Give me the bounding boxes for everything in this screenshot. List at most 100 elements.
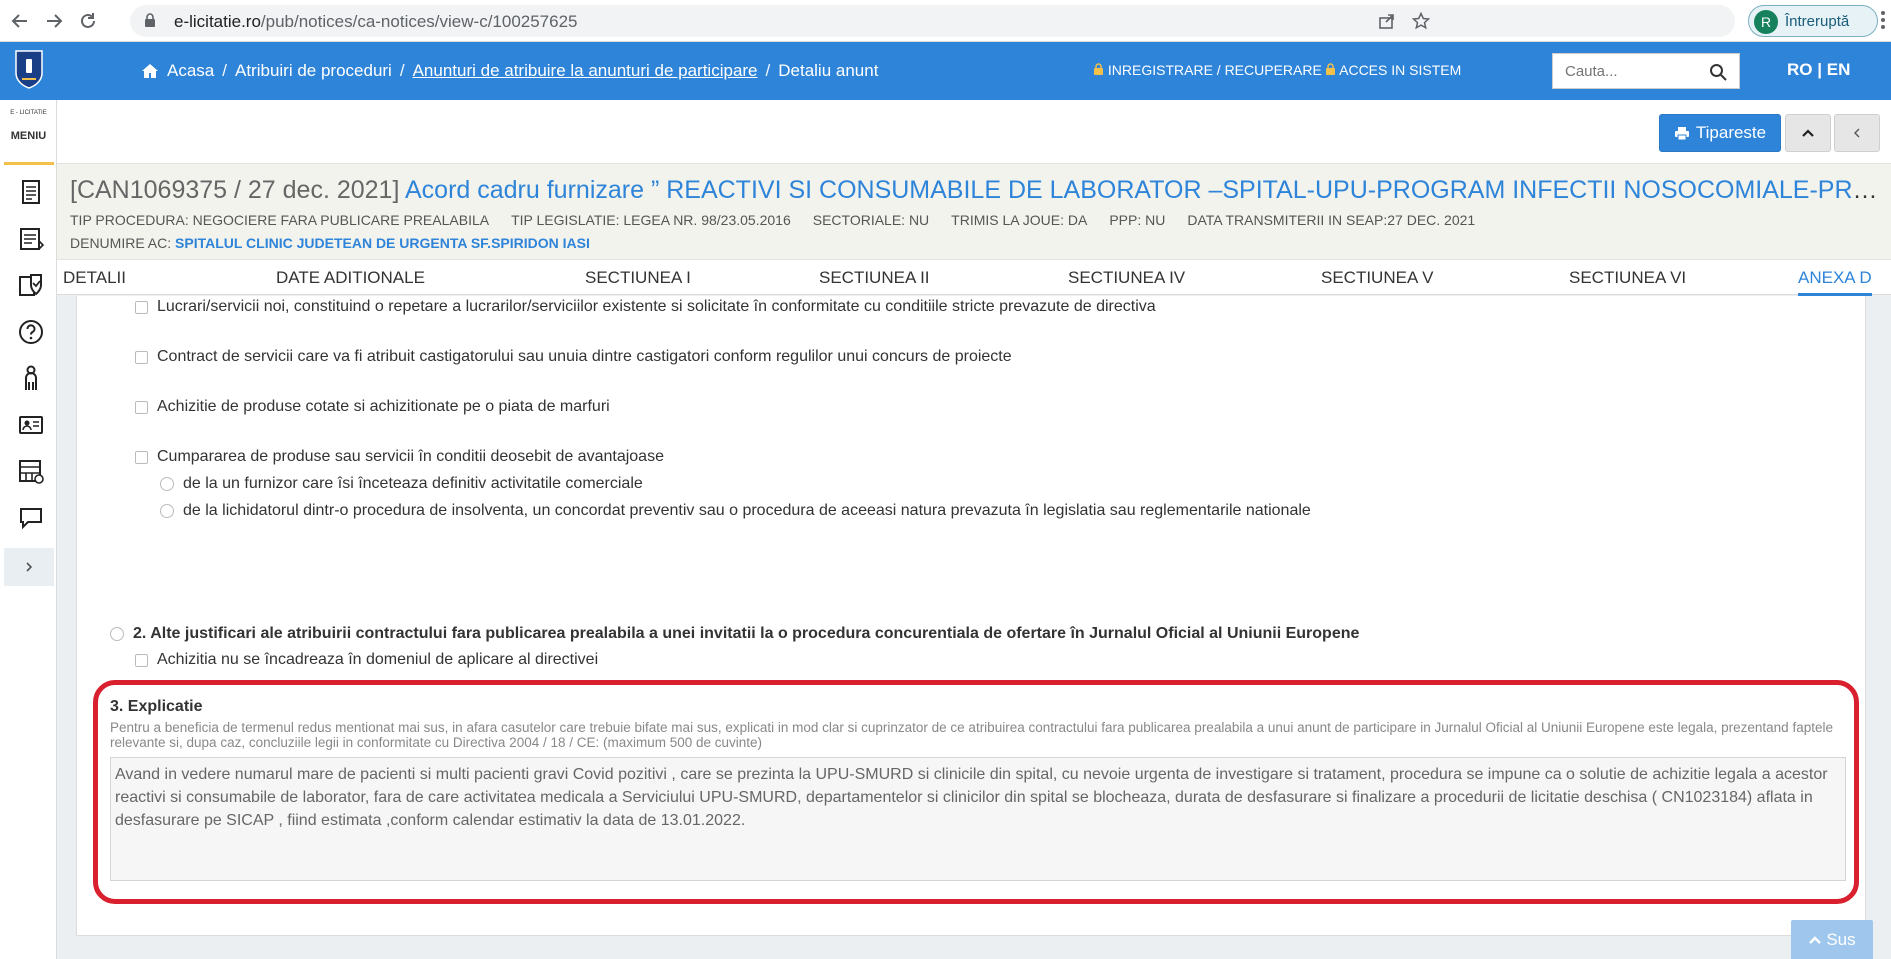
ac-value[interactable]: SPITALUL CLINIC JUDETEAN DE URGENTA SF.S… [175, 235, 590, 251]
radio-button[interactable] [110, 627, 124, 641]
option-insolvency: de la lichidatorul dintr-o procedura de … [160, 502, 1311, 520]
breadcrumb-award-notices[interactable]: Anunturi de atribuire la anunturi de par… [413, 61, 758, 81]
avatar: R [1754, 10, 1778, 34]
section-3-help: Pentru a beneficia de termenul redus men… [110, 720, 1833, 750]
checkbox[interactable] [135, 350, 148, 364]
contracting-authority: DENUMIRE AC: SPITALUL CLINIC JUDETEAN DE… [70, 235, 590, 251]
register-label: INREGISTRARE / RECUPERARE [1107, 62, 1322, 78]
login-label: ACCES IN SISTEM [1339, 62, 1462, 78]
lock-icon [1326, 63, 1335, 75]
option-supplier-winding-up: de la un furnizor care îsi înceteaza def… [160, 475, 643, 493]
annex-d-content: Lucrari/servicii noi, constituind o repe… [76, 296, 1866, 936]
checkbox[interactable] [135, 450, 148, 464]
sidebar-expand-button[interactable] [4, 548, 54, 586]
section-tabs: DETALII DATE ADITIONALE SECTIUNEA I SECT… [57, 260, 1891, 296]
shield-check-icon[interactable] [17, 271, 45, 299]
lock-icon [1094, 63, 1103, 75]
option-advantageous-terms: Cumpararea de produse sau servicii în co… [135, 448, 664, 466]
browser-menu-icon[interactable] [1880, 10, 1891, 32]
option-commodity-market: Achizitie de produse cotate si achizitio… [135, 398, 610, 416]
tab-sectiunea-ii[interactable]: SECTIUNEA II [819, 268, 930, 288]
radio-button[interactable] [160, 504, 174, 518]
chevron-up-icon [1802, 129, 1814, 137]
breadcrumb: Acasa / Atribuiri de proceduri / Anuntur… [141, 61, 878, 81]
option-label: Achizitia nu se încadreaza în domeniul d… [157, 651, 599, 668]
document-icon[interactable] [17, 178, 45, 206]
option-label: de la un furnizor care îsi înceteaza def… [183, 475, 643, 492]
tab-detalii[interactable]: DETALII [63, 268, 126, 288]
site-header: Acasa / Atribuiri de proceduri / Anuntur… [0, 42, 1891, 100]
checkbox[interactable] [135, 400, 148, 414]
lang-separator: | [1817, 60, 1822, 79]
checkbox[interactable] [135, 653, 148, 667]
forward-arrow-icon[interactable] [42, 9, 66, 33]
option-label: Lucrari/servicii noi, constituind o repe… [157, 298, 1156, 315]
breadcrumb-home[interactable]: Acasa [167, 61, 214, 81]
back-arrow-icon[interactable] [8, 9, 32, 33]
explanation-textarea[interactable]: Avand in vedere numarul mare de pacienti… [110, 757, 1846, 881]
notice-code: [CAN1069375 / 27 dec. 2021] [70, 176, 400, 204]
chevron-up-icon [1809, 935, 1822, 944]
search-icon[interactable] [1709, 63, 1727, 81]
checkbox[interactable] [135, 300, 148, 314]
option-label: Achizitie de produse cotate si achizitio… [157, 398, 610, 415]
person-icon[interactable] [17, 364, 45, 392]
profile-status: Întreruptă [1785, 13, 1850, 30]
meta-joue: TRIMIS LA JOUE: DA [951, 212, 1088, 228]
tab-date-aditionale[interactable]: DATE ADITIONALE [276, 268, 425, 288]
meta-transmission-date: DATA TRANSMITERII IN SEAP:27 DEC. 2021 [1187, 212, 1476, 228]
collapse-header-button[interactable] [1785, 114, 1831, 152]
chat-icon[interactable] [17, 504, 45, 532]
list-icon[interactable] [17, 225, 45, 253]
breadcrumb-current: Detaliu anunt [778, 61, 879, 80]
option-design-contest: Contract de servicii care va fi atribuit… [135, 348, 1012, 366]
tab-anexa-d[interactable]: ANEXA D [1798, 268, 1872, 296]
reload-icon[interactable] [76, 9, 100, 33]
section-3-title: 3. Explicatie [110, 698, 203, 715]
home-icon [142, 64, 158, 78]
lang-ro[interactable]: RO [1787, 60, 1813, 79]
chevron-left-icon [1854, 128, 1860, 138]
site-logo[interactable] [14, 49, 44, 89]
print-button[interactable]: Tipareste [1659, 114, 1781, 152]
search-box [1552, 53, 1740, 89]
help-icon[interactable] [17, 318, 45, 346]
sidebar-menu-label[interactable]: MENIU [0, 130, 57, 142]
profile-button[interactable]: R Întreruptă [1748, 5, 1878, 37]
print-label: Tipareste [1695, 123, 1767, 142]
breadcrumb-awards[interactable]: Atribuiri de proceduri [235, 61, 392, 81]
notice-title: [CAN1069375 / 27 dec. 2021] Acord cadru … [70, 176, 1885, 205]
lang-en[interactable]: EN [1827, 60, 1851, 79]
bookmark-star-icon[interactable] [1411, 11, 1431, 31]
meta-legislation-type: TIP LEGISLATIE: LEGEA NR. 98/23.05.2016 [511, 212, 791, 228]
chevron-right-icon [26, 562, 33, 572]
breadcrumb-separator: / [765, 61, 771, 80]
meta-ppp: PPP: NU [1109, 212, 1166, 228]
side-panel-button[interactable] [1834, 114, 1880, 152]
share-icon[interactable] [1377, 11, 1397, 31]
ac-label: DENUMIRE AC: [70, 235, 172, 251]
id-card-icon[interactable] [17, 411, 45, 439]
option-repeat-works: Lucrari/servicii noi, constituind o repe… [135, 298, 1156, 316]
tab-sectiunea-i[interactable]: SECTIUNEA I [585, 268, 691, 288]
catalog-icon[interactable] [17, 457, 45, 485]
tab-sectiunea-iv[interactable]: SECTIUNEA IV [1068, 268, 1185, 288]
notice-name: Acord cadru furnizare ” REACTIVI SI CONS… [405, 176, 1885, 204]
language-switch: RO | EN [1787, 60, 1850, 80]
tab-sectiunea-vi[interactable]: SECTIUNEA VI [1569, 268, 1686, 288]
meta-procedure-type: TIP PROCEDURA: NEGOCIERE FARA PUBLICARE … [70, 212, 490, 228]
option-label: Contract de servicii care va fi atribuit… [157, 348, 1012, 365]
login-link[interactable]: ACCES IN SISTEM [1325, 62, 1461, 78]
tab-sectiunea-v[interactable]: SECTIUNEA V [1321, 268, 1433, 288]
sidebar-brand: E - LICITATIE [10, 110, 47, 116]
register-link[interactable]: INREGISTRARE / RECUPERARE [1093, 62, 1322, 78]
back-to-top-button[interactable]: Sus [1791, 920, 1873, 959]
sidebar: E - LICITATIE MENIU [0, 100, 57, 959]
notice-meta: TIP PROCEDURA: NEGOCIERE FARA PUBLICARE … [70, 212, 1475, 228]
meta-sectoral: SECTORIALE: NU [812, 212, 930, 228]
radio-button[interactable] [160, 477, 174, 491]
search-input[interactable] [1553, 54, 1703, 88]
back-to-top-label: Sus [1826, 929, 1856, 949]
option-label: Cumpararea de produse sau servicii în co… [157, 448, 664, 465]
address-bar[interactable]: e-licitatie.ro/pub/notices/ca-notices/vi… [130, 5, 1735, 37]
